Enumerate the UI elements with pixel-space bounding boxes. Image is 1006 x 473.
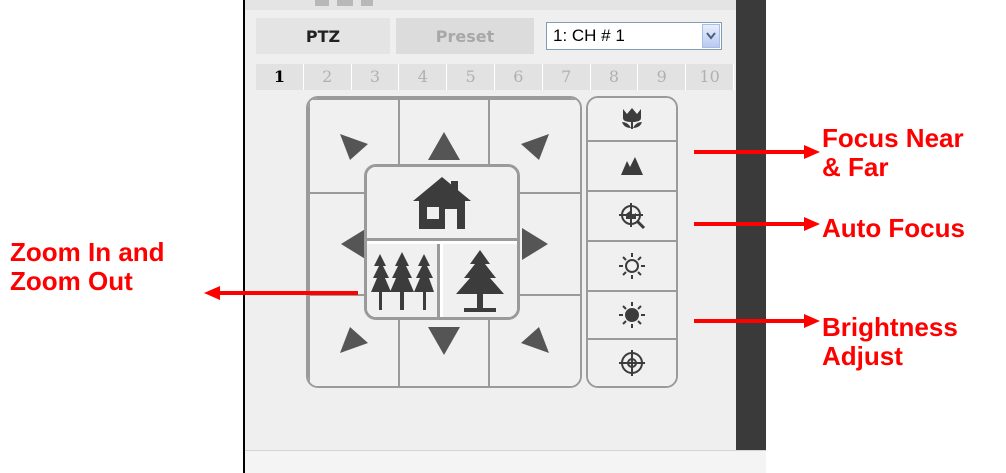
annotation-auto-focus: Auto Focus <box>822 213 965 243</box>
annotation-brightness-line2: Adjust <box>822 341 903 371</box>
annotation-focus-line1: Focus Near <box>822 123 964 153</box>
annotation-focus-line2: & Far <box>822 152 889 182</box>
annotation-zoom-line1: Zoom In and <box>10 237 165 267</box>
annotation-zoom-line2: Zoom Out <box>10 266 133 296</box>
annotation-zoom: Zoom In and Zoom Out <box>10 238 165 296</box>
annotation-focus: Focus Near & Far <box>822 124 964 182</box>
annotation-brightness: Brightness Adjust <box>822 313 958 371</box>
annotation-brightness-line1: Brightness <box>822 312 958 342</box>
